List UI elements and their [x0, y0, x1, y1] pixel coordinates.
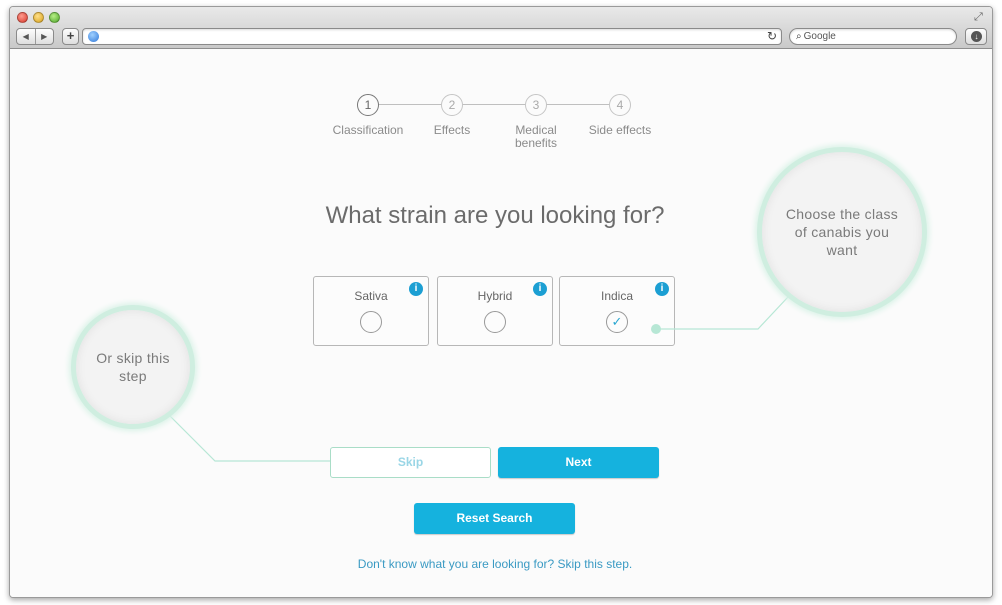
step-number: 3: [525, 94, 547, 116]
browser-window: ⤢ ◀ ▶ + ↻ ⌕ Google ↓ 1 Classification 2 E…: [9, 6, 993, 598]
close-window-button[interactable]: [17, 12, 28, 23]
step-label: Classification: [332, 123, 404, 137]
skip-callout-connector: [169, 415, 342, 462]
class-callout-connector: [656, 296, 789, 330]
browser-toolbar: ⤢ ◀ ▶ + ↻ ⌕ Google ↓: [10, 7, 992, 49]
downloads-button[interactable]: ↓: [965, 28, 987, 45]
back-icon[interactable]: ◀: [17, 29, 35, 44]
step-side-effects[interactable]: 4 Side effects: [575, 94, 665, 137]
strain-radio[interactable]: [484, 311, 506, 333]
address-bar[interactable]: ↻: [82, 28, 782, 45]
info-icon[interactable]: i: [409, 282, 423, 296]
page-title: What strain are you looking for?: [325, 202, 665, 229]
info-icon[interactable]: i: [655, 282, 669, 296]
strain-option-indica[interactable]: Indica ✓ i: [559, 276, 675, 346]
step-label: Effects: [433, 123, 471, 137]
step-label: Side effects: [588, 123, 652, 137]
page-content: 1 Classification 2 Effects 3 Medical ben…: [10, 50, 992, 597]
next-button[interactable]: Next: [498, 447, 659, 478]
step-number: 1: [357, 94, 379, 116]
info-icon[interactable]: i: [533, 282, 547, 296]
search-icon: ⌕: [796, 31, 802, 42]
class-callout-bubble: Choose the class of canabis you want: [757, 147, 927, 317]
strain-radio[interactable]: [360, 311, 382, 333]
strain-option-hybrid[interactable]: Hybrid i: [437, 276, 553, 346]
step-label: Medical benefits: [514, 123, 558, 150]
zoom-window-button[interactable]: [49, 12, 60, 23]
step-number: 4: [609, 94, 631, 116]
reset-search-button[interactable]: Reset Search: [414, 503, 575, 534]
step-number: 2: [441, 94, 463, 116]
search-placeholder: Google: [803, 31, 836, 42]
step-effects[interactable]: 2 Effects: [407, 94, 497, 137]
fullscreen-icon[interactable]: ⤢: [974, 11, 986, 23]
forward-icon[interactable]: ▶: [34, 29, 54, 44]
skip-callout-bubble: Or skip this step: [71, 305, 195, 429]
minimize-window-button[interactable]: [33, 12, 44, 23]
skip-step-link[interactable]: Don't know what you are looking for? Ski…: [210, 557, 780, 571]
globe-icon: [88, 31, 99, 42]
skip-button[interactable]: Skip: [330, 447, 491, 478]
new-tab-button[interactable]: +: [62, 28, 79, 45]
download-icon: ↓: [971, 31, 982, 42]
history-nav: ◀ ▶: [16, 28, 54, 45]
step-medical-benefits[interactable]: 3 Medical benefits: [491, 94, 581, 150]
strain-radio-checked[interactable]: ✓: [606, 311, 628, 333]
reload-icon[interactable]: ↻: [767, 29, 777, 44]
search-field[interactable]: ⌕ Google: [789, 28, 957, 45]
step-classification[interactable]: 1 Classification: [323, 94, 413, 137]
strain-option-sativa[interactable]: Sativa i: [313, 276, 429, 346]
